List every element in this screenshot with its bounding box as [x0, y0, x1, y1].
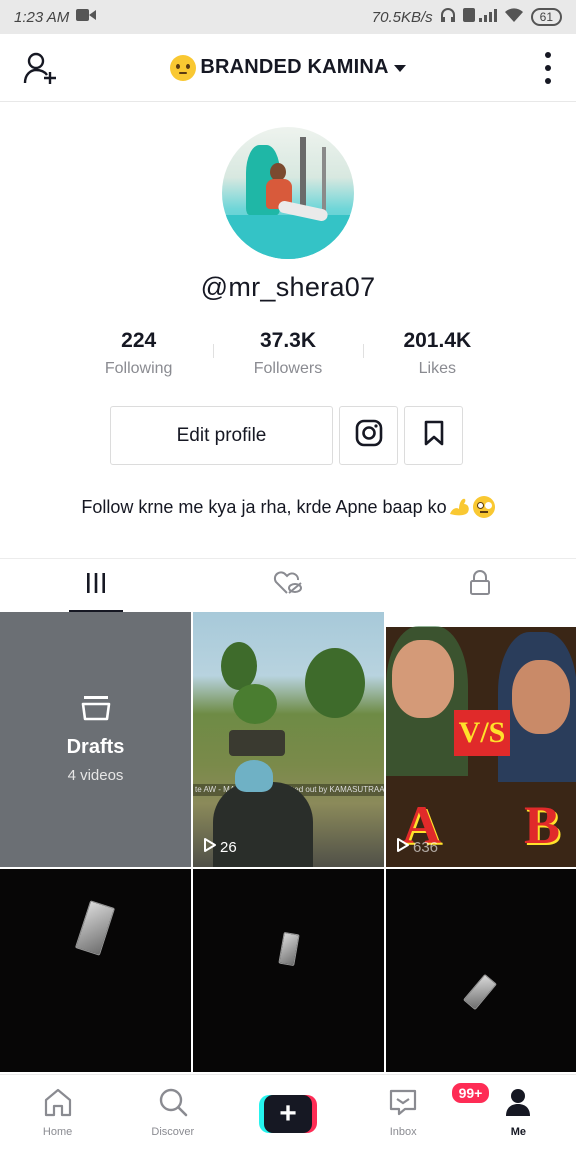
video-thumbnail[interactable] — [386, 869, 576, 1072]
nav-discover[interactable]: Discover — [115, 1075, 230, 1152]
stat-value: 224 — [121, 329, 157, 352]
edit-profile-button[interactable]: Edit profile — [110, 406, 333, 465]
video-thumbnail[interactable]: te AW - MAKKI... was knocked out by KAMA… — [193, 612, 384, 867]
video-thumbnail[interactable] — [193, 869, 384, 1072]
nav-inbox[interactable]: Inbox 99+ — [346, 1075, 492, 1152]
avatar[interactable] — [222, 127, 354, 259]
nav-create[interactable]: + — [230, 1075, 345, 1152]
video-grid: Drafts 4 videos te AW - MAKKI... was kno… — [0, 612, 576, 1072]
video-record-icon — [76, 8, 97, 26]
inbox-icon — [388, 1087, 418, 1120]
letter-b: B — [524, 795, 561, 855]
stat-followers[interactable]: 37.3K Followers — [213, 328, 362, 378]
eye-roll-emoji-icon — [472, 496, 495, 518]
view-count-value: 26 — [220, 838, 237, 856]
grid-icon — [85, 572, 107, 599]
tab-liked[interactable] — [192, 559, 384, 612]
account-title: BRANDED KAMINA — [200, 56, 389, 78]
drafts-tile[interactable]: Drafts 4 videos — [0, 612, 191, 867]
instagram-button[interactable] — [339, 406, 398, 465]
create-button[interactable]: + — [259, 1095, 317, 1133]
view-count-value: 636 — [413, 838, 439, 856]
plus-icon: + — [264, 1095, 312, 1133]
tab-videos[interactable] — [0, 559, 192, 612]
search-icon — [158, 1087, 188, 1120]
stat-label: Likes — [418, 360, 456, 377]
stat-following[interactable]: 224 Following — [64, 328, 213, 378]
view-count: 636 — [396, 837, 438, 857]
battery-indicator: 61 — [530, 8, 562, 26]
drafts-box-icon — [81, 695, 111, 726]
net-speed: 70.5KB/s — [371, 8, 433, 26]
stat-value: 201.4K — [403, 329, 472, 352]
bio: Follow krne me kya ja rha, krde Apne baa… — [0, 496, 576, 518]
bookmark-icon — [423, 420, 445, 451]
video-thumbnail[interactable] — [0, 869, 191, 1072]
stat-label: Following — [104, 360, 173, 377]
profile-stats: 224 Following 37.3K Followers 201.4K Lik… — [64, 328, 512, 378]
lock-icon — [469, 570, 491, 601]
bottom-nav: Home Discover + Inbox 99+ Me — [0, 1074, 576, 1152]
instagram-icon — [355, 419, 383, 452]
wifi-icon — [504, 7, 524, 27]
username: @mr_shera07 — [200, 272, 376, 302]
confused-face-emoji-icon — [170, 54, 197, 81]
vs-overlay: V/S — [454, 710, 510, 756]
video-thumbnail[interactable]: V/S A B 636 — [386, 612, 576, 867]
nav-label: Discover — [151, 1126, 195, 1138]
nav-me[interactable]: Me — [461, 1075, 576, 1152]
nav-label: Home — [42, 1126, 73, 1138]
view-count: 26 — [203, 837, 237, 857]
status-time: 1:23 AM — [14, 8, 70, 26]
hidden-heart-icon — [273, 570, 303, 601]
nav-home[interactable]: Home — [0, 1075, 115, 1152]
volte-signal-icon — [462, 7, 497, 27]
add-user-icon[interactable] — [22, 52, 58, 86]
profile-header: BRANDED KAMINA — [0, 34, 576, 102]
bio-text: Follow krne me kya ja rha, krde Apne baa… — [81, 496, 447, 517]
caret-down-icon — [393, 65, 406, 72]
stat-value: 37.3K — [259, 329, 317, 352]
tab-private[interactable] — [384, 559, 576, 612]
profile-actions: Edit profile — [110, 406, 463, 465]
nav-label: Inbox — [389, 1126, 417, 1138]
account-switcher[interactable]: BRANDED KAMINA — [170, 54, 406, 81]
play-icon — [203, 837, 217, 857]
headphones-icon — [440, 7, 456, 27]
favorites-button[interactable] — [404, 406, 463, 465]
play-icon — [396, 837, 410, 857]
stat-likes[interactable]: 201.4K Likes — [362, 328, 512, 378]
drafts-title: Drafts — [66, 736, 125, 758]
flexed-biceps-emoji-icon — [449, 497, 471, 517]
profile-icon — [503, 1087, 533, 1120]
more-options-icon[interactable] — [542, 52, 554, 84]
status-bar: 1:23 AM 70.5KB/s 61 — [0, 0, 576, 34]
nav-label: Me — [510, 1126, 527, 1138]
profile-tabs — [0, 558, 576, 612]
stat-label: Followers — [253, 360, 323, 377]
drafts-count: 4 videos — [67, 767, 124, 784]
home-icon — [42, 1087, 74, 1120]
